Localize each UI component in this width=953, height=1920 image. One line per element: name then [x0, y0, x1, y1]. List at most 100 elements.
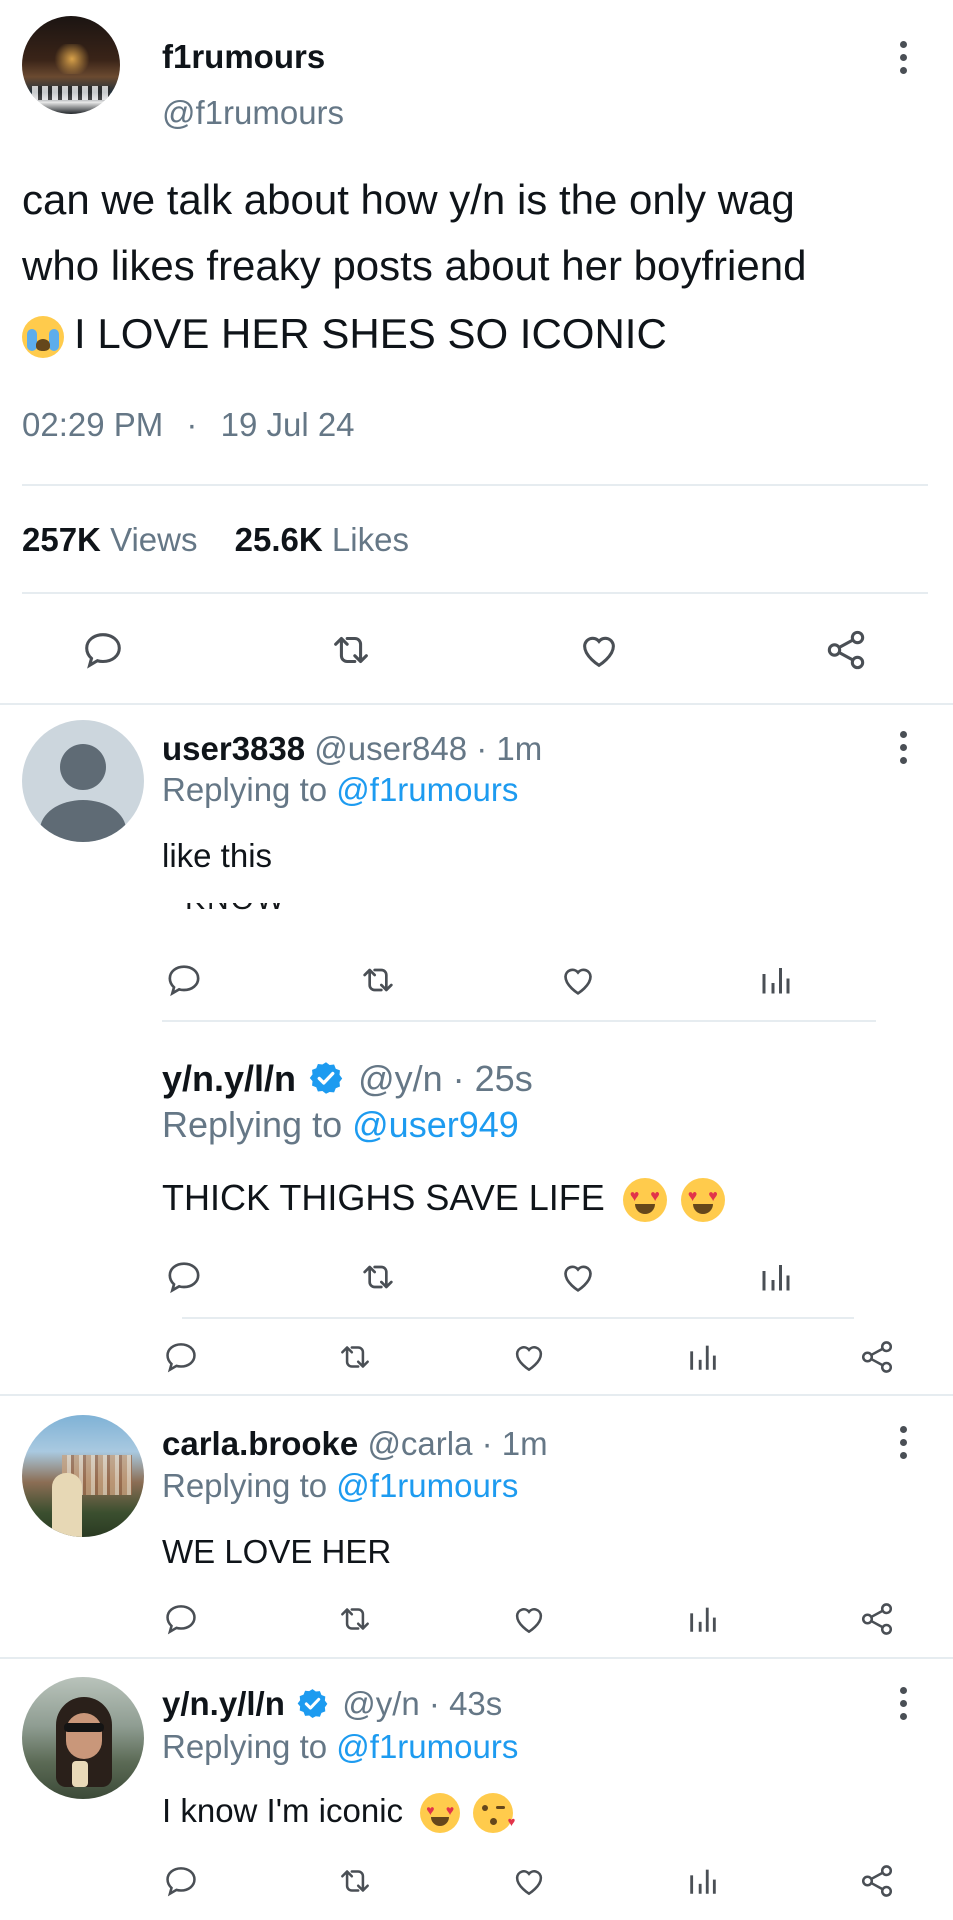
like-icon[interactable] [510, 1862, 548, 1900]
heart-eyes-emoji: ♥ ♥ [680, 1178, 725, 1223]
main-display-name[interactable]: f1rumours [162, 38, 325, 76]
reply-3-header: carla.brooke @carla · 1m [162, 1425, 548, 1463]
reply-1-header: user3838 @user848 · 1m [162, 730, 542, 768]
reply-2-handle[interactable]: @y/n [358, 1058, 443, 1099]
replying-to-handle[interactable]: @f1rumours [336, 1728, 518, 1765]
like-icon[interactable] [558, 1257, 598, 1297]
crying-face-emoji [22, 315, 64, 358]
tweet-time-separator: · [186, 406, 198, 443]
reply-3-text: WE LOVE HER [162, 1533, 392, 1570]
reply-icon[interactable] [164, 960, 204, 1000]
retweet-icon[interactable] [336, 1600, 374, 1638]
reply-4-text-row: I know I'm iconic ♥ ♥ ♥ [162, 1792, 515, 1834]
analytics-icon[interactable] [758, 962, 794, 998]
reply-2-replying-to: Replying to @user949 [162, 1104, 519, 1146]
reply-icon[interactable] [162, 1600, 200, 1638]
replying-to-label: Replying to [162, 771, 328, 808]
replying-to-label: Replying to [162, 1467, 328, 1504]
tweet-date: 19 Jul 24 [220, 406, 355, 443]
analytics-icon[interactable] [686, 1864, 720, 1898]
likes-count[interactable]: 25.6K [235, 521, 323, 558]
like-icon[interactable] [510, 1338, 548, 1376]
reply-4-text: I know I'm iconic [162, 1792, 404, 1829]
reply-1-text: like this [162, 837, 273, 874]
tweet-text-line-2: who likes freaky posts about her boyfrie… [22, 242, 807, 289]
share-icon[interactable] [823, 627, 869, 673]
y-n-avatar[interactable] [22, 1677, 144, 1799]
replying-to-label: Replying to [162, 1104, 343, 1145]
reply-3-time: · 1m [481, 1425, 548, 1462]
replying-to-handle[interactable]: @f1rumours [336, 771, 518, 808]
more-icon[interactable] [897, 1687, 909, 1721]
share-icon[interactable] [858, 1600, 896, 1638]
retweet-icon[interactable] [328, 627, 374, 673]
verified-icon [308, 1060, 344, 1096]
verified-icon [296, 1687, 329, 1720]
divider [162, 1020, 876, 1022]
reply-1-media-fragment: KNOW [185, 903, 295, 917]
reply-icon[interactable] [162, 1338, 200, 1376]
tweet-time: 02:29 PM [22, 406, 164, 443]
divider [182, 1317, 854, 1319]
views-label: Views [110, 521, 198, 558]
retweet-icon[interactable] [336, 1338, 374, 1376]
heart-eyes-emoji: ♥ ♥ [420, 1793, 461, 1834]
analytics-icon[interactable] [686, 1340, 720, 1374]
reply-4-replying-to: Replying to @f1rumours [162, 1728, 518, 1766]
reply-4-handle[interactable]: @y/n [342, 1685, 420, 1722]
reply-1-replying-to: Replying to @f1rumours [162, 771, 518, 809]
reply-4-time: · 43s [428, 1685, 503, 1722]
reply-1-handle[interactable]: @user848 [314, 730, 467, 767]
more-icon[interactable] [897, 731, 909, 765]
reply-2-text-row: THICK THIGHS SAVE LIFE ♥ ♥ ♥ ♥ [162, 1177, 725, 1223]
reply-icon[interactable] [80, 627, 126, 673]
reply-1-media-text: KNOW [185, 903, 295, 917]
f1rumours-avatar[interactable] [22, 16, 120, 114]
share-icon[interactable] [858, 1338, 896, 1376]
retweet-icon[interactable] [358, 1257, 398, 1297]
share-icon[interactable] [858, 1862, 896, 1900]
divider [0, 1657, 953, 1659]
heart-eyes-emoji: ♥ ♥ [622, 1178, 667, 1223]
reply-2-time: · 25s [452, 1058, 533, 1099]
tweet-stats: 257K Views 25.6K Likes [22, 521, 409, 559]
more-icon[interactable] [897, 1426, 909, 1460]
reply-2-display-name[interactable]: y/n.y/l/n [162, 1058, 296, 1099]
reply-2-header: y/n.y/l/n @y/n · 25s [162, 1058, 533, 1100]
replying-to-label: Replying to [162, 1728, 328, 1765]
like-icon[interactable] [558, 960, 598, 1000]
likes-label[interactable]: Likes [332, 521, 409, 558]
tweet-text-line-3-text: I LOVE HER SHES SO ICONIC [74, 310, 667, 357]
reply-4-display-name[interactable]: y/n.y/l/n [162, 1685, 285, 1722]
analytics-icon[interactable] [686, 1602, 720, 1636]
replying-to-handle[interactable]: @f1rumours [336, 1467, 518, 1504]
divider [0, 1394, 953, 1396]
analytics-icon[interactable] [758, 1259, 794, 1295]
reply-1-display-name[interactable]: user3838 [162, 730, 305, 767]
reply-3-replying-to: Replying to @f1rumours [162, 1467, 518, 1505]
reply-3-handle[interactable]: @carla [367, 1425, 472, 1462]
divider [0, 703, 953, 705]
divider [22, 484, 928, 486]
main-handle[interactable]: @f1rumours [162, 94, 344, 132]
reply-icon[interactable] [162, 1862, 200, 1900]
reply-2-text: THICK THIGHS SAVE LIFE [162, 1177, 605, 1218]
like-icon[interactable] [576, 627, 622, 673]
divider [22, 592, 928, 594]
reply-4-header: y/n.y/l/n @y/n · 43s [162, 1685, 502, 1723]
tweet-text-line-3: I LOVE HER SHES SO ICONIC [22, 310, 667, 358]
tweet-timestamp: 02:29 PM · 19 Jul 24 [22, 406, 355, 444]
kissing-face-emoji: ♥ [473, 1793, 515, 1834]
more-icon[interactable] [897, 41, 909, 75]
reply-icon[interactable] [164, 1257, 204, 1297]
views-count: 257K [22, 521, 101, 558]
retweet-icon[interactable] [358, 960, 398, 1000]
retweet-icon[interactable] [336, 1862, 374, 1900]
default-avatar[interactable] [22, 720, 144, 842]
carla-avatar[interactable] [22, 1415, 144, 1537]
replying-to-handle[interactable]: @user949 [352, 1104, 519, 1145]
reply-1-time: · 1m [476, 730, 543, 767]
like-icon[interactable] [510, 1600, 548, 1638]
tweet-text-line-1: can we talk about how y/n is the only wa… [22, 176, 795, 223]
reply-3-display-name[interactable]: carla.brooke [162, 1425, 358, 1462]
